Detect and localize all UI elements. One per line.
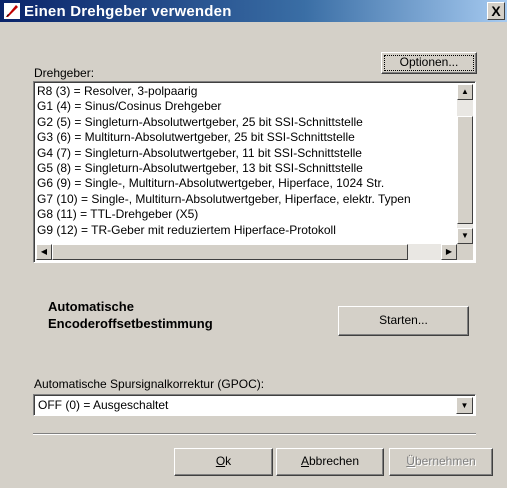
scroll-down-icon[interactable]: ▼ (457, 228, 473, 244)
scroll-right-icon[interactable]: ▶ (441, 244, 457, 260)
list-item[interactable]: R8 (3) = Resolver, 3-polpaarig (37, 84, 457, 99)
encoder-offset-label-line2: Encoderoffsetbestimmung (48, 316, 213, 331)
encoder-list-label: Drehgeber: (34, 66, 95, 80)
app-icon (4, 3, 20, 19)
list-item[interactable]: G5 (8) = Singleturn-Absolutwertgeber, 13… (37, 161, 457, 176)
cancel-mnemonic: A (300, 454, 309, 468)
encoder-list-items: R8 (3) = Resolver, 3-polpaarig G1 (4) = S… (37, 84, 457, 238)
title-bar[interactable]: Einen Drehgeber verwenden X (0, 0, 507, 22)
apply-button[interactable]: Übernehmen (389, 448, 493, 476)
vertical-scroll-thumb[interactable] (457, 116, 473, 224)
cancel-button[interactable]: Abbrechen (276, 448, 384, 476)
start-button-label: Starten... (379, 313, 428, 327)
list-item[interactable]: G9 (12) = TR-Geber mit reduziertem Hiper… (37, 223, 457, 238)
chevron-down-icon[interactable]: ▼ (456, 397, 473, 414)
scrollbar-corner (457, 244, 473, 260)
gpoc-select[interactable]: OFF (0) = Ausgeschaltet ▼ (33, 394, 476, 416)
options-button-label: Optionen... (399, 55, 459, 69)
list-item[interactable]: G8 (11) = TTL-Drehgeber (X5) (37, 207, 457, 222)
horizontal-scroll-thumb[interactable] (52, 244, 408, 260)
apply-label: bernehmen (414, 454, 476, 468)
list-item[interactable]: G3 (6) = Multiturn-Absolutwertgeber, 25 … (37, 130, 457, 145)
separator (33, 433, 476, 435)
encoder-offset-label-line1: Automatische (48, 299, 134, 314)
cancel-label: bbrechen (308, 454, 360, 468)
options-button[interactable]: Optionen... (381, 52, 477, 74)
encoder-listbox[interactable]: R8 (3) = Resolver, 3-polpaarig G1 (4) = S… (33, 81, 476, 263)
ok-mnemonic: O (215, 454, 226, 468)
list-item[interactable]: G6 (9) = Single-, Multiturn-Absolutwertg… (37, 176, 457, 191)
window-title: Einen Drehgeber verwenden (24, 2, 232, 20)
close-button[interactable]: X (487, 2, 505, 20)
start-button[interactable]: Starten... (338, 306, 469, 336)
vertical-scrollbar[interactable]: ▲ ▼ (457, 84, 473, 244)
list-item[interactable]: G7 (10) = Single-, Multiturn-Absolutwert… (37, 192, 457, 207)
scroll-up-icon[interactable]: ▲ (457, 84, 473, 100)
encoder-offset-label: Automatische Encoderoffsetbestimmung (48, 298, 213, 332)
ok-label: k (225, 454, 232, 468)
horizontal-scrollbar[interactable]: ◀ ▶ (36, 244, 457, 260)
list-item[interactable]: G4 (7) = Singleturn-Absolutwertgeber, 11… (37, 146, 457, 161)
ok-button[interactable]: Ok (174, 448, 273, 476)
gpoc-label: Automatische Spursignalkorrektur (GPOC): (34, 377, 265, 391)
list-item[interactable]: G2 (5) = Singleturn-Absolutwertgeber, 25… (37, 115, 457, 130)
list-item[interactable]: G1 (4) = Sinus/Cosinus Drehgeber (37, 99, 457, 114)
scroll-left-icon[interactable]: ◀ (36, 244, 52, 260)
gpoc-select-value: OFF (0) = Ausgeschaltet (38, 398, 169, 412)
apply-mnemonic: Ü (406, 454, 415, 468)
